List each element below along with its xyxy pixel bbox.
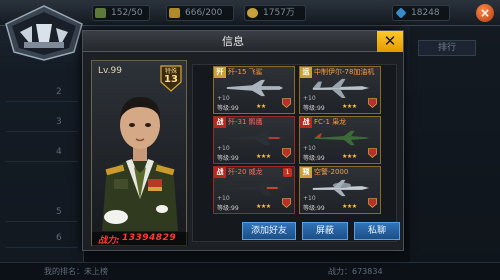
gem-value: 18248 <box>411 8 440 18</box>
aircraft-name: 歼-15 飞鲨 <box>228 68 263 76</box>
rank-shield-icon <box>368 148 377 158</box>
game-logo <box>5 5 83 61</box>
aircraft-name: 歼-31 鹘鹰 <box>228 118 263 126</box>
aircraft-type-tag: 预 <box>300 167 312 178</box>
rank-row-number: 2 <box>56 87 62 97</box>
power-label: 战力: <box>98 236 120 246</box>
gold-stat: 666/200 <box>166 5 234 21</box>
coin-stat: 1757万 <box>244 5 306 21</box>
aircraft-level: 等级:99 <box>217 105 239 112</box>
rank-row-number: 4 <box>56 147 62 157</box>
aircraft-name: 歼-20 威龙 <box>228 168 263 176</box>
my-power-text: 战力：673834 <box>328 267 383 276</box>
aircraft-stars: ★★★ <box>342 103 357 110</box>
rank-row-number: 6 <box>56 233 62 243</box>
gem-icon <box>395 7 407 19</box>
power-value: 13394829 <box>122 233 177 243</box>
game-screen: 152/50 666/200 1757万 18248 × 2 3 4 5 6 排… <box>0 0 500 280</box>
rank-row: 3 <box>6 114 78 132</box>
aircraft-level: 等级:99 <box>217 205 239 212</box>
block-button[interactable]: 屏蔽 <box>302 222 348 240</box>
player-portrait: Lv.99 特殊 13 战力: 13394829 <box>91 60 188 246</box>
officer-portrait-image <box>102 97 178 231</box>
rank-row-number: 5 <box>56 207 62 217</box>
dialog-close-button[interactable]: ✕ <box>377 31 403 52</box>
aircraft-card[interactable]: 运中制伊尔-78加油机 +10 等级:99 ★★★ <box>299 66 381 114</box>
aircraft-image <box>312 78 370 98</box>
aircraft-stars: ★★★ <box>256 203 271 210</box>
rank-row-number: 3 <box>56 117 62 127</box>
aircraft-image <box>314 130 370 146</box>
aircraft-upgrade: +10 <box>217 195 230 202</box>
player-level: Lv.99 <box>98 66 122 76</box>
aircraft-level: 等级:99 <box>303 205 325 212</box>
gold-value: 666/200 <box>185 8 223 18</box>
dialog-header: 信息 ✕ <box>83 31 403 52</box>
aircraft-upgrade: +10 <box>217 95 230 102</box>
coin-icon <box>247 8 258 18</box>
bottom-status-bar: 我的排名：未上榜 战力：673834 <box>0 262 500 280</box>
aircraft-name: 空警-2000 <box>314 168 349 176</box>
aircraft-stars: ★★★ <box>342 203 357 210</box>
aircraft-level: 等级:99 <box>303 155 325 162</box>
aircraft-upgrade: +10 <box>303 145 316 152</box>
aircraft-name: 中制伊尔-78加油机 <box>314 68 375 76</box>
aircraft-card[interactable]: 战歼-31 鹘鹰 +10 等级:99 ★★★ <box>213 116 295 164</box>
fuel-stat: 152/50 <box>92 5 150 21</box>
screen-close-button[interactable]: × <box>476 4 494 22</box>
dialog-title: 信息 <box>222 35 244 48</box>
aircraft-stars: ★★ <box>256 103 266 110</box>
fuel-value: 152/50 <box>111 8 143 18</box>
rank-shield-icon <box>282 98 291 108</box>
rank-row: 2 <box>6 84 78 102</box>
aircraft-image <box>312 179 370 197</box>
aircraft-level: 等级:99 <box>217 155 239 162</box>
aircraft-card[interactable]: 战 FC-1 枭龙 +10 等级:99 ★★★ <box>299 116 381 164</box>
aircraft-level: 等级:99 <box>303 105 325 112</box>
aircraft-upgrade: +10 <box>303 95 316 102</box>
rank-tab-button[interactable]: 排行 <box>418 40 476 56</box>
aircraft-type-tag: 运 <box>300 67 312 78</box>
right-panel <box>410 26 500 262</box>
aircraft-badge: 1 <box>283 168 292 177</box>
gem-stat: 18248 <box>392 5 450 21</box>
aircraft-type-tag: 战 <box>300 117 312 128</box>
rank-row: 4 <box>6 144 78 162</box>
aircraft-name: FC-1 枭龙 <box>314 118 347 126</box>
gold-icon <box>169 8 180 18</box>
rank-row: 5 <box>6 204 78 222</box>
my-rank-text: 我的排名：未上榜 <box>44 267 108 276</box>
add-friend-button[interactable]: 添加好友 <box>242 222 296 240</box>
coin-value: 1757万 <box>263 8 295 18</box>
rank-shield-icon <box>282 198 291 208</box>
private-chat-button[interactable]: 私聊 <box>354 222 400 240</box>
aircraft-card[interactable]: 预空警-2000 +10 等级:99 ★★★ <box>299 166 381 214</box>
rank-row: 6 <box>6 230 78 248</box>
aircraft-type-tag: 战 <box>214 117 226 128</box>
aircraft-upgrade: +10 <box>303 195 316 202</box>
aircraft-card[interactable]: 战歼-20 威龙 1 +10 等级:99 ★★★ <box>213 166 295 214</box>
aircraft-upgrade: +10 <box>217 145 230 152</box>
aircraft-image <box>226 179 285 197</box>
aircraft-image <box>226 130 285 146</box>
aircraft-type-tag: 战 <box>214 167 226 178</box>
aircraft-type-tag: 歼 <box>214 67 226 78</box>
rank-list-panel: 2 3 4 5 6 <box>0 62 84 262</box>
rank-shield-icon <box>368 98 377 108</box>
aircraft-stars: ★★★ <box>342 153 357 160</box>
aircraft-stars: ★★★ <box>256 153 271 160</box>
rank-shield-icon <box>282 148 291 158</box>
player-info-dialog: 信息 ✕ Lv.99 特殊 13 战力: 13394829 歼 歼-15 飞鲨 … <box>82 30 404 251</box>
rank-shield-icon <box>368 198 377 208</box>
aircraft-image <box>226 79 284 97</box>
player-power-bar: 战力: 13394829 <box>92 232 188 246</box>
fuel-icon <box>95 8 106 18</box>
aircraft-card[interactable]: 歼歼-15 飞鲨 +10 等级:99 ★★ <box>213 66 295 114</box>
